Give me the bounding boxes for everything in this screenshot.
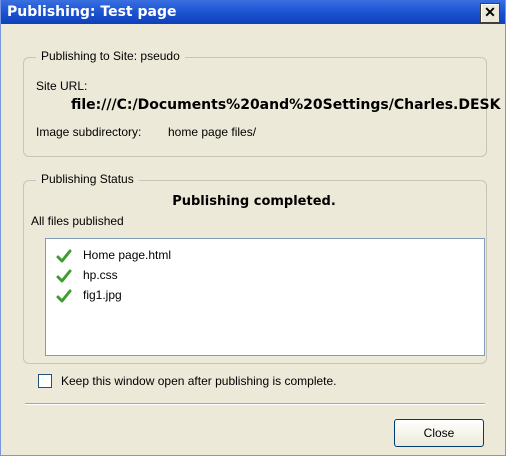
image-subdirectory-label: Image subdirectory: <box>36 125 142 139</box>
close-window-button[interactable]: ✕ <box>480 3 500 23</box>
keep-open-label[interactable]: Keep this window open after publishing i… <box>61 374 337 388</box>
checkmark-icon <box>56 289 72 303</box>
title-bar[interactable]: Publishing: Test page ✕ <box>1 0 505 24</box>
status-message: Publishing completed. <box>172 194 336 209</box>
status-summary: All files published <box>31 214 124 228</box>
divider <box>25 403 485 405</box>
file-name: Home page.html <box>83 248 172 262</box>
status-group-legend: Publishing Status <box>36 172 139 186</box>
close-button[interactable]: Close <box>394 419 484 447</box>
file-name: fig1.jpg <box>83 288 122 302</box>
site-group-legend: Publishing to Site: pseudo <box>36 49 185 63</box>
keep-open-checkbox[interactable] <box>38 374 52 388</box>
checkmark-icon <box>56 249 72 263</box>
published-file-list[interactable]: Home page.html hp.css fig1.jpg <box>45 238 485 356</box>
publishing-dialog: Publishing: Test page ✕ Publishing to Si… <box>0 0 506 456</box>
site-url-label: Site URL: <box>36 79 88 93</box>
image-subdirectory-value: home page files/ <box>168 125 257 139</box>
checkmark-icon <box>56 269 72 283</box>
close-icon: ✕ <box>484 4 496 20</box>
window-title: Publishing: Test page <box>7 4 177 20</box>
file-name: hp.css <box>83 268 118 282</box>
site-url-value: file:///C:/Documents%20and%20Settings/Ch… <box>71 97 501 113</box>
